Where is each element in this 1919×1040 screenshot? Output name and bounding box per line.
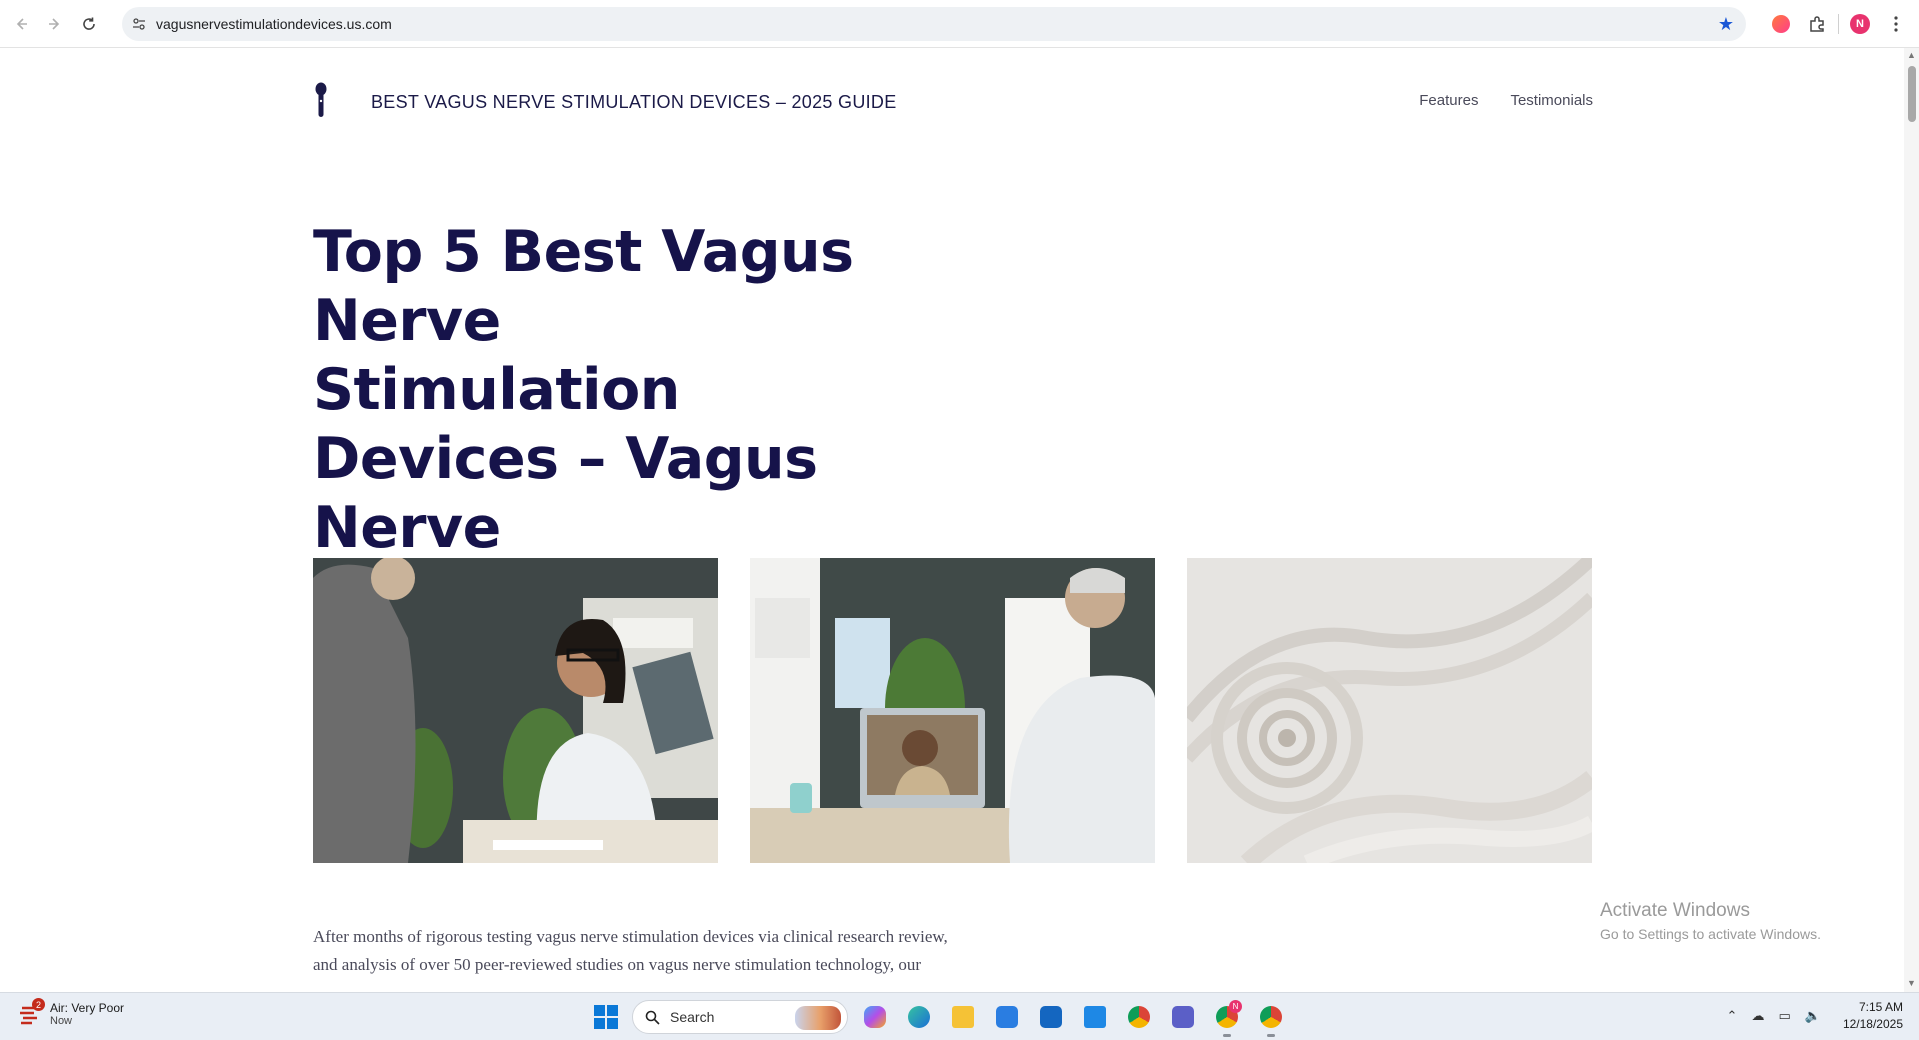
chrome-profile-icon[interactable]: N	[1210, 1000, 1244, 1037]
intro-line: and analysis of over 50 peer-reviewed st…	[313, 955, 922, 974]
store-icon[interactable]	[990, 1000, 1024, 1034]
url-text[interactable]: vagusnervestimulationdevices.us.com	[156, 16, 392, 32]
forward-icon[interactable]	[38, 7, 72, 41]
nav-features[interactable]: Features	[1419, 92, 1478, 109]
site-logo-icon[interactable]	[313, 82, 329, 118]
weather-widget[interactable]: 2 Air: Very Poor Now	[18, 998, 125, 1027]
bookmark-star-icon[interactable]: ★	[1718, 14, 1734, 34]
site-title[interactable]: BEST VAGUS NERVE STIMULATION DEVICES – 2…	[371, 92, 897, 113]
windows-start-icon[interactable]	[594, 1005, 618, 1029]
scroll-up-icon[interactable]: ▲	[1907, 50, 1916, 60]
clock[interactable]: 7:15 AM 12/18/2025	[1843, 999, 1903, 1033]
taskbar-apps: N	[858, 1000, 1288, 1037]
chevron-up-icon[interactable]: ⌃	[1727, 1008, 1738, 1024]
search-highlight-image	[795, 1006, 841, 1030]
site-header: BEST VAGUS NERVE STIMULATION DEVICES – 2…	[313, 82, 1593, 126]
profile-avatar[interactable]: N	[1845, 9, 1875, 39]
toolbar-divider	[1838, 14, 1839, 34]
teams-icon[interactable]	[1166, 1000, 1200, 1034]
onedrive-icon[interactable]: ☁	[1751, 1008, 1764, 1024]
back-icon[interactable]	[4, 7, 38, 41]
web-page: BEST VAGUS NERVE STIMULATION DEVICES – 2…	[0, 48, 1904, 992]
weather-badge-count: 2	[32, 998, 45, 1011]
scroll-down-icon[interactable]: ▼	[1907, 978, 1916, 988]
doctor-xray-image	[313, 558, 718, 863]
search-icon	[645, 1010, 660, 1025]
site-nav: Features Testimonials	[1419, 92, 1593, 109]
weather-sub: Now	[50, 1015, 73, 1027]
watermark-subtitle: Go to Settings to activate Windows.	[1600, 926, 1821, 942]
activate-windows-watermark: Activate Windows Go to Settings to activ…	[1600, 900, 1821, 942]
running-indicator	[1223, 1034, 1231, 1037]
scroll-thumb[interactable]	[1908, 66, 1916, 122]
intro-paragraph: After months of rigorous testing vagus n…	[313, 923, 993, 979]
running-indicator	[1267, 1034, 1275, 1037]
page-scrollbar[interactable]: ▲ ▼	[1904, 48, 1919, 992]
watermark-title: Activate Windows	[1600, 900, 1750, 921]
doctor-video-call-image	[750, 558, 1155, 863]
network-icon[interactable]: ▭	[1778, 1008, 1790, 1024]
search-placeholder: Search	[670, 1009, 715, 1025]
outlook-icon[interactable]	[1034, 1000, 1068, 1034]
chrome-canary-icon[interactable]	[1254, 1000, 1288, 1037]
chrome-profile-badge: N	[1229, 1000, 1242, 1013]
nav-testimonials[interactable]: Testimonials	[1510, 92, 1593, 109]
copilot-icon[interactable]	[858, 1000, 892, 1034]
ai-extension-icon[interactable]	[1766, 9, 1796, 39]
spiral-abstract-image	[1187, 558, 1592, 863]
chrome-icon[interactable]	[1122, 1000, 1156, 1034]
intro-line: After months of rigorous testing vagus n…	[313, 927, 948, 946]
browser-toolbar: vagusnervestimulationdevices.us.com ★ N	[0, 0, 1919, 48]
address-bar[interactable]: vagusnervestimulationdevices.us.com ★	[122, 7, 1746, 41]
chat-app-icon[interactable]	[1078, 1000, 1112, 1034]
file-explorer-icon[interactable]	[946, 1000, 980, 1034]
system-tray: ⌃ ☁ ▭ 🔈 7:15 AM 12/18/2025	[1727, 999, 1903, 1033]
taskbar-search[interactable]: Search	[632, 1000, 848, 1034]
menu-icon[interactable]	[1881, 9, 1911, 39]
hero-image-row	[313, 558, 1593, 863]
air-quality-icon: 2	[18, 998, 45, 1026]
clock-time: 7:15 AM	[1858, 1000, 1903, 1014]
reload-icon[interactable]	[72, 7, 106, 41]
weather-label: Air: Very Poor	[50, 1001, 125, 1015]
edge-icon[interactable]	[902, 1000, 936, 1034]
site-info-icon[interactable]	[122, 17, 156, 31]
volume-icon[interactable]: 🔈	[1805, 1008, 1821, 1024]
extensions-icon[interactable]	[1802, 9, 1832, 39]
clock-date: 12/18/2025	[1842, 1017, 1903, 1031]
windows-taskbar: 2 Air: Very Poor Now Search N ⌃ ☁ ▭ 🔈 7:…	[0, 992, 1919, 1040]
